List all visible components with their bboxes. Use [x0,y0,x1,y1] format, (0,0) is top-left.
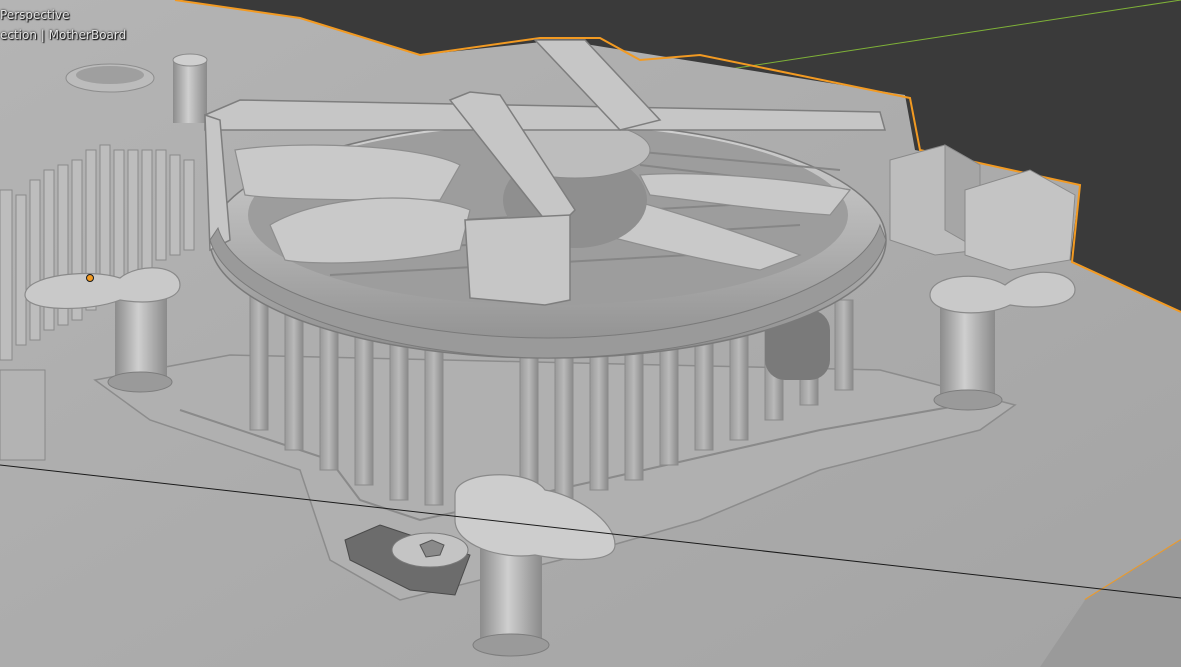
collection-object-label: ection | MotherBoard [0,28,127,42]
viewport-scene[interactable] [0,0,1181,667]
object-origin-icon[interactable] [86,274,94,282]
capacitor-post-top [172,53,208,67]
capacitor-post [173,58,207,123]
3d-viewport[interactable]: Perspective ection | MotherBoard [0,0,1181,667]
capacitor-ring-inner [76,66,144,84]
left-block [0,369,46,461]
view-mode-label: Perspective [0,8,70,22]
